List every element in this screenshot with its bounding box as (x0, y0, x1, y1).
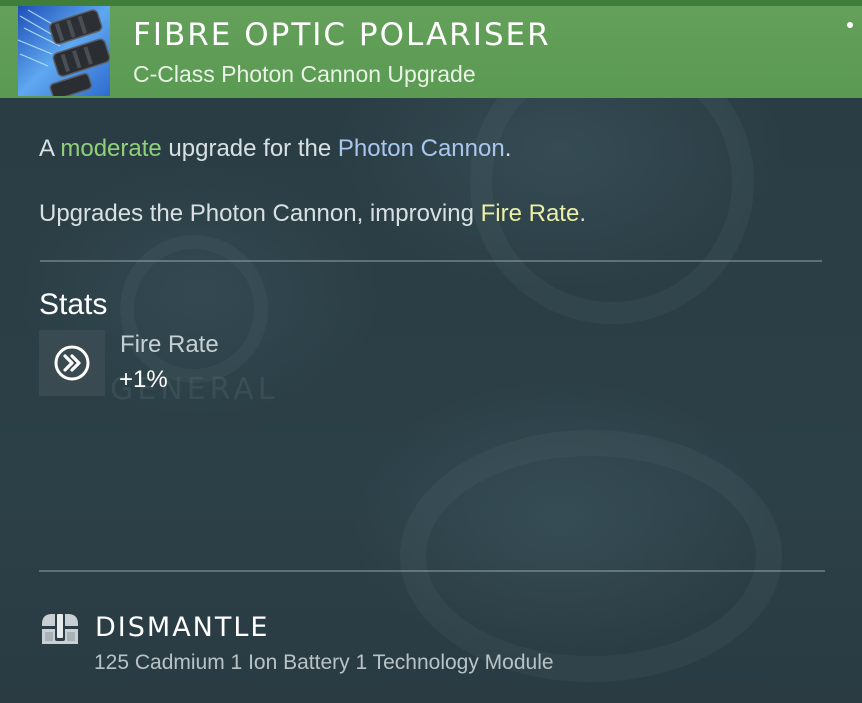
dismantle-icon (39, 610, 81, 648)
stat-value: +1% (119, 366, 168, 393)
item-subtitle: C-Class Photon Cannon Upgrade (133, 61, 476, 87)
description-text: . (579, 200, 586, 227)
description-text: Upgrades the Photon Cannon, improving (39, 200, 481, 227)
header-indicator-dot (847, 22, 853, 28)
quality-highlight: moderate (60, 135, 162, 162)
section-divider (39, 570, 825, 572)
description-line-2: Upgrades the Photon Cannon, improving Fi… (39, 200, 586, 228)
item-title: FIBRE OPTIC POLARISER (133, 17, 551, 53)
item-tooltip-panel: GENERAL FIBRE OPTIC POLARISER C-Class Ph… (0, 0, 862, 703)
description-text: . (504, 135, 512, 162)
background-ring (400, 430, 782, 682)
double-chevron-right-icon (54, 345, 90, 381)
technology-highlight: Photon Cannon (337, 135, 505, 162)
description-line-1: A moderate upgrade for the Photon Cannon… (39, 135, 511, 163)
description-text: A (39, 135, 61, 162)
stats-heading: Stats (39, 288, 108, 321)
stat-icon-box (39, 330, 105, 396)
background-ring (120, 235, 268, 383)
stat-highlight: Fire Rate (480, 200, 580, 227)
section-divider (40, 260, 822, 262)
photon-cannon-upgrade-icon (18, 6, 110, 96)
dismantle-label: DISMANTLE (95, 612, 270, 643)
dismantle-resources: 125 Cadmium 1 Ion Battery 1 Technology M… (94, 651, 554, 674)
stat-name: Fire Rate (120, 331, 219, 358)
description-text: upgrade for the (161, 135, 338, 162)
